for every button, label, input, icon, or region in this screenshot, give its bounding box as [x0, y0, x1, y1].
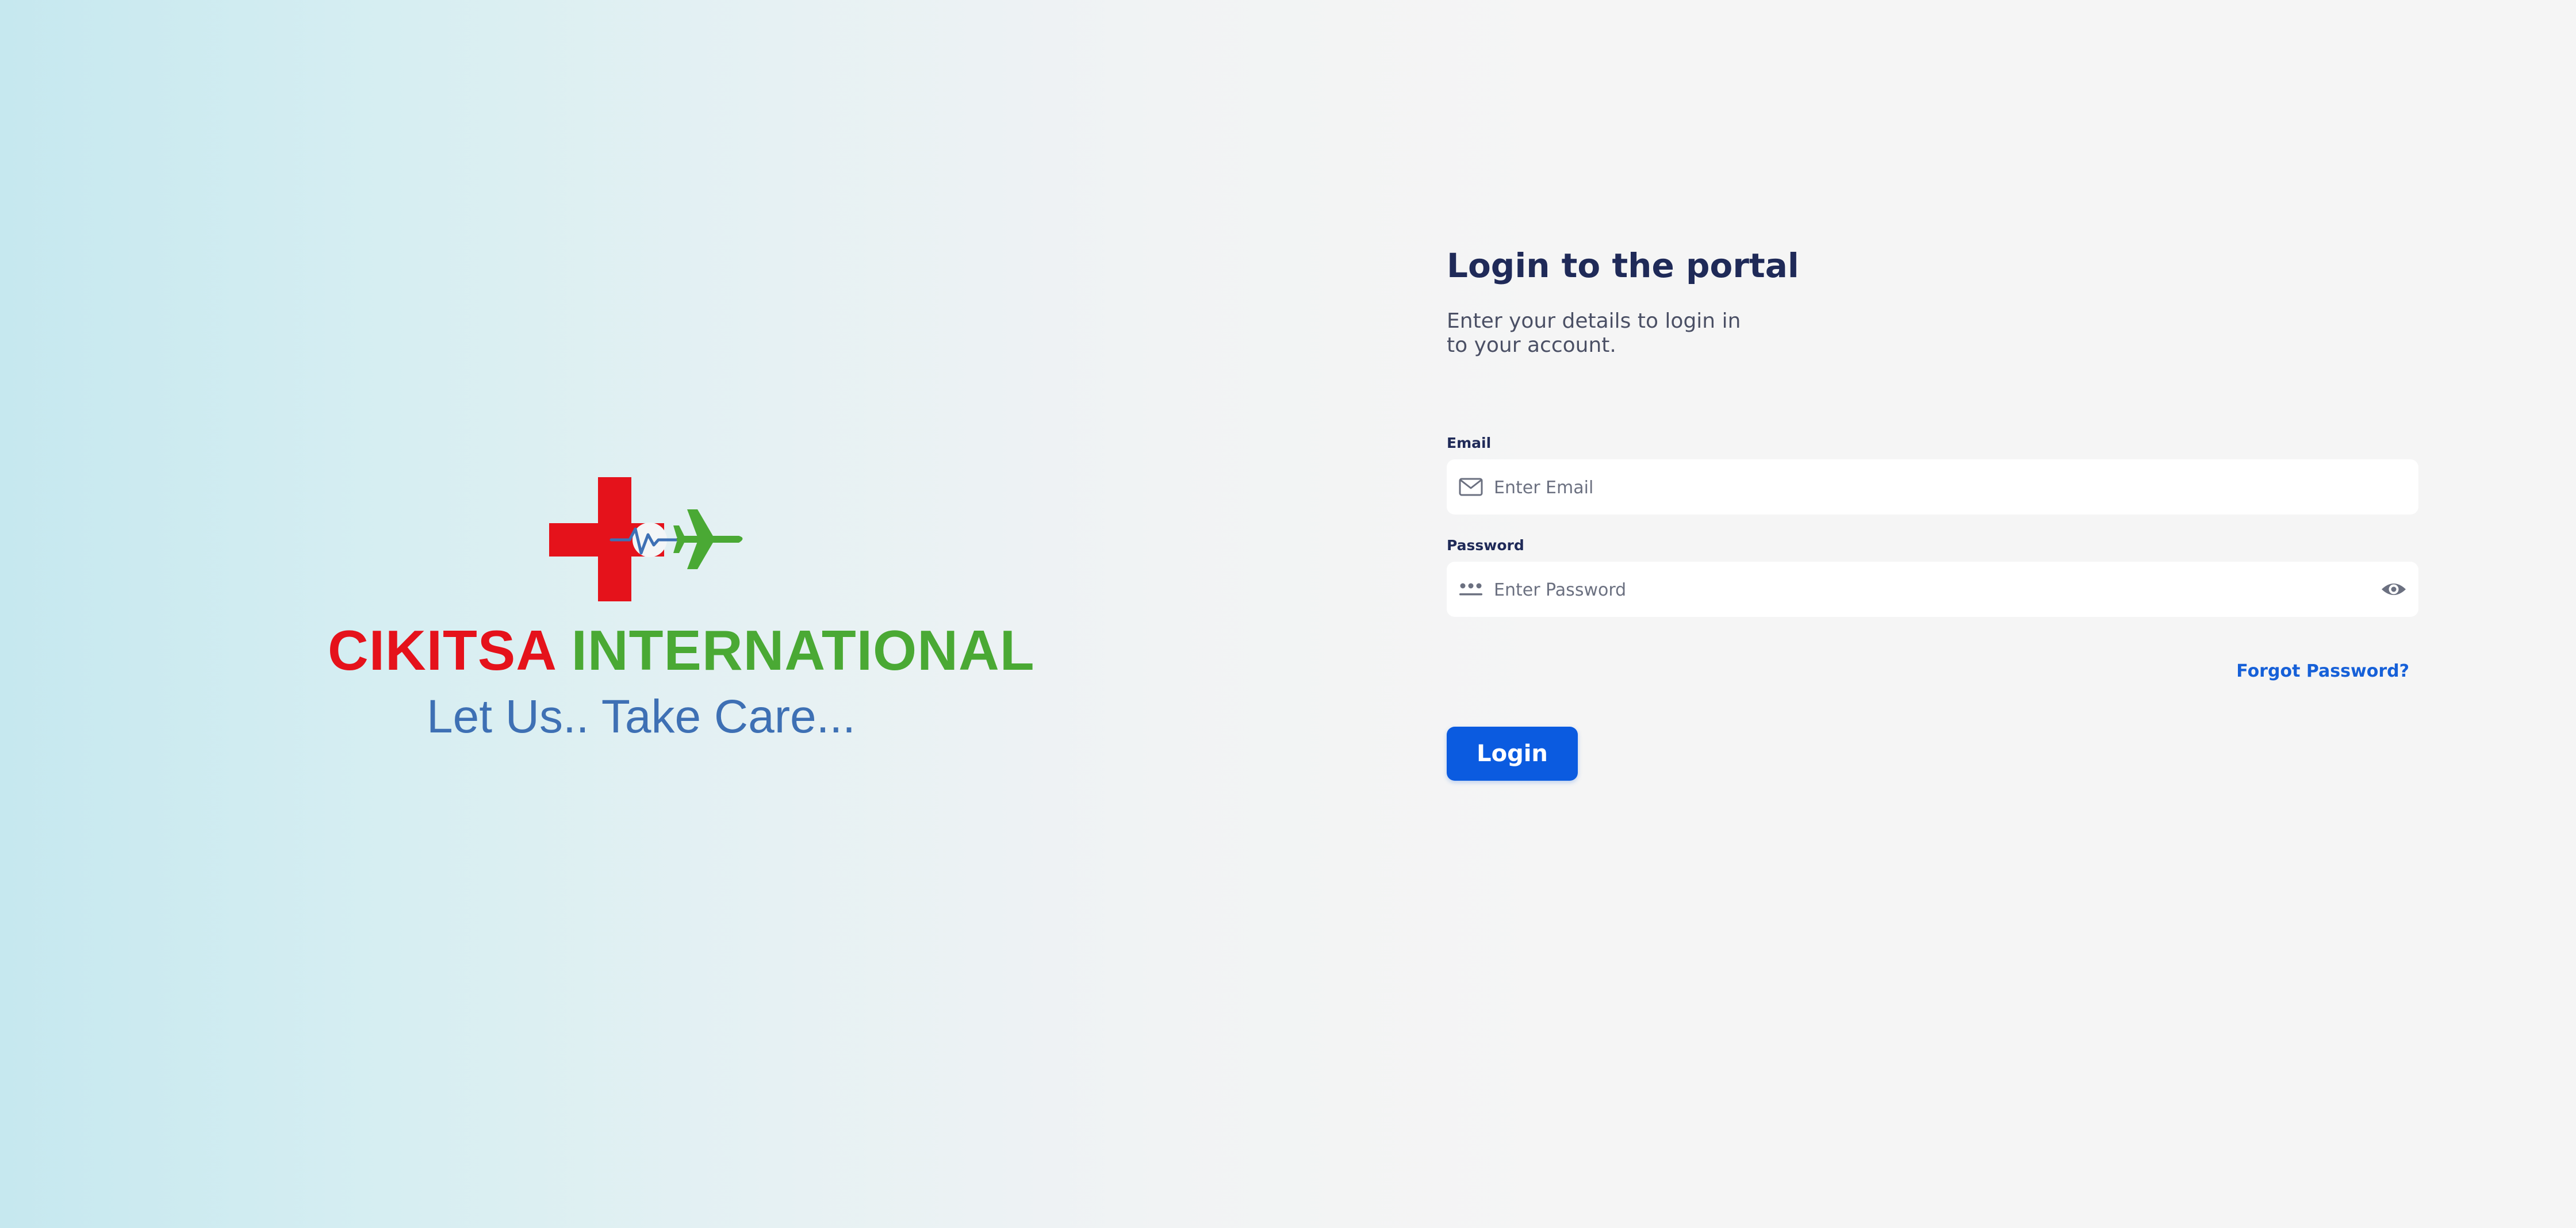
password-label: Password: [1447, 537, 1524, 554]
brand-name-part1: CIKITSA: [328, 619, 555, 682]
password-field-group: Password: [1447, 537, 2418, 618]
password-dots-icon: [1459, 583, 1482, 596]
eye-icon[interactable]: [2380, 578, 2407, 601]
forgot-password-link[interactable]: Forgot Password?: [2236, 661, 2409, 681]
email-input[interactable]: [1493, 459, 2358, 516]
brand-tagline: Let Us.. Take Care...: [427, 690, 856, 743]
email-label: Email: [1447, 435, 1492, 451]
email-field[interactable]: [1447, 459, 2418, 516]
page-subtitle: Enter your details to login in to your a…: [1447, 309, 1741, 357]
brand-name: CIKITSA INTERNATIONAL: [328, 618, 1034, 683]
email-field-group: Email: [1447, 435, 2418, 516]
page-title: Login to the portal: [1447, 246, 1799, 285]
mail-icon: [1459, 478, 1483, 496]
password-input[interactable]: [1493, 562, 2358, 618]
logo-icon: [549, 477, 743, 601]
login-form: Login to the portal Enter your details t…: [1447, 241, 2418, 781]
brand-panel: CIKITSA INTERNATIONAL Let Us.. Take Care…: [328, 477, 1034, 753]
login-button[interactable]: Login: [1447, 727, 1578, 781]
password-field[interactable]: [1447, 562, 2418, 618]
brand-name-part2: INTERNATIONAL: [571, 619, 1035, 682]
